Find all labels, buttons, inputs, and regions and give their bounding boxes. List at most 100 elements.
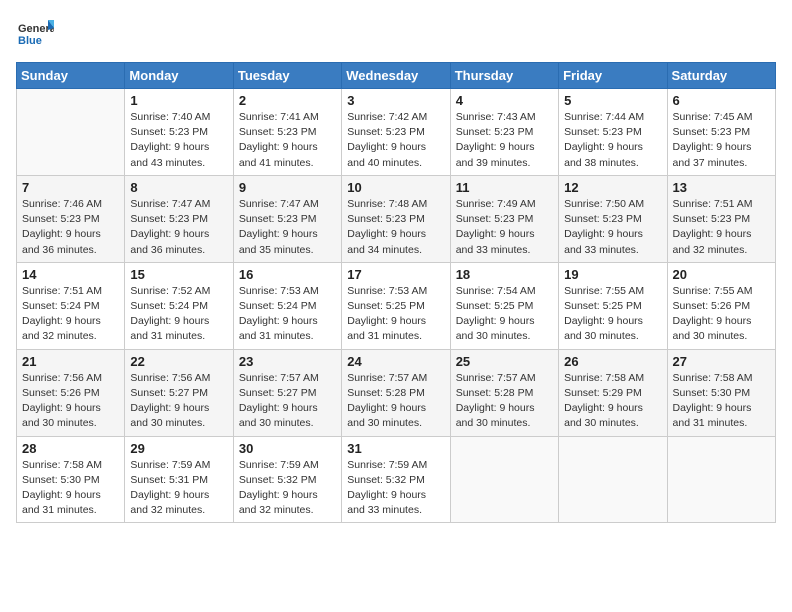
calendar-cell: 3 Sunrise: 7:42 AMSunset: 5:23 PMDaylight… — [342, 89, 450, 176]
calendar-cell: 7 Sunrise: 7:46 AMSunset: 5:23 PMDaylight… — [17, 175, 125, 262]
day-info: Sunrise: 7:56 AMSunset: 5:27 PMDaylight:… — [130, 371, 227, 432]
day-number: 26 — [564, 354, 661, 369]
calendar-cell: 18 Sunrise: 7:54 AMSunset: 5:25 PMDayligh… — [450, 262, 558, 349]
calendar-cell: 31Sunrise: 7:59 AMSunset: 5:32 PMDayligh… — [342, 436, 450, 523]
day-number: 20 — [673, 267, 770, 282]
calendar-cell: 8Sunrise: 7:47 AMSunset: 5:23 PMDaylight… — [125, 175, 233, 262]
day-number: 27 — [673, 354, 770, 369]
day-info: Sunrise: 7:52 AMSunset: 5:24 PMDaylight:… — [130, 284, 227, 345]
calendar-cell: 19Sunrise: 7:55 AMSunset: 5:25 PMDayligh… — [559, 262, 667, 349]
day-info: Sunrise: 7:44 AMSunset: 5:23 PMDaylight:… — [564, 110, 661, 171]
day-info: Sunrise: 7:57 AMSunset: 5:28 PMDaylight:… — [347, 371, 444, 432]
day-info: Sunrise: 7:42 AMSunset: 5:23 PMDaylight:… — [347, 110, 444, 171]
day-info: Sunrise: 7:55 AMSunset: 5:26 PMDaylight:… — [673, 284, 770, 345]
day-info: Sunrise: 7:50 AMSunset: 5:23 PMDaylight:… — [564, 197, 661, 258]
day-number: 29 — [130, 441, 227, 456]
header-sunday: Sunday — [17, 63, 125, 89]
calendar-cell: 27 Sunrise: 7:58 AMSunset: 5:30 PMDayligh… — [667, 349, 775, 436]
day-info: Sunrise: 7:51 AMSunset: 5:23 PMDaylight:… — [673, 197, 770, 258]
header-saturday: Saturday — [667, 63, 775, 89]
day-number: 6 — [673, 93, 770, 108]
calendar-table: SundayMondayTuesdayWednesdayThursdayFrid… — [16, 62, 776, 523]
calendar-cell: 2 Sunrise: 7:41 AMSunset: 5:23 PMDaylight… — [233, 89, 341, 176]
day-number: 17 — [347, 267, 444, 282]
calendar-week-row: 21 Sunrise: 7:56 AMSunset: 5:26 PMDayligh… — [17, 349, 776, 436]
logo-svg: General Blue — [16, 16, 54, 54]
day-number: 4 — [456, 93, 553, 108]
calendar-cell: 9 Sunrise: 7:47 AMSunset: 5:23 PMDaylight… — [233, 175, 341, 262]
header-monday: Monday — [125, 63, 233, 89]
day-info: Sunrise: 7:56 AMSunset: 5:26 PMDaylight:… — [22, 371, 119, 432]
calendar-cell: 30 Sunrise: 7:59 AMSunset: 5:32 PMDayligh… — [233, 436, 341, 523]
day-info: Sunrise: 7:41 AMSunset: 5:23 PMDaylight:… — [239, 110, 336, 171]
calendar-cell: 4 Sunrise: 7:43 AMSunset: 5:23 PMDaylight… — [450, 89, 558, 176]
day-number: 25 — [456, 354, 553, 369]
day-info: Sunrise: 7:48 AMSunset: 5:23 PMDaylight:… — [347, 197, 444, 258]
calendar-cell: 20 Sunrise: 7:55 AMSunset: 5:26 PMDayligh… — [667, 262, 775, 349]
day-number: 10 — [347, 180, 444, 195]
day-number: 24 — [347, 354, 444, 369]
calendar-header-row: SundayMondayTuesdayWednesdayThursdayFrid… — [17, 63, 776, 89]
day-info: Sunrise: 7:40 AMSunset: 5:23 PMDaylight:… — [130, 110, 227, 171]
calendar-cell: 29Sunrise: 7:59 AMSunset: 5:31 PMDayligh… — [125, 436, 233, 523]
day-number: 5 — [564, 93, 661, 108]
day-number: 1 — [130, 93, 227, 108]
day-info: Sunrise: 7:43 AMSunset: 5:23 PMDaylight:… — [456, 110, 553, 171]
calendar-week-row: 1 Sunrise: 7:40 AMSunset: 5:23 PMDaylight… — [17, 89, 776, 176]
calendar-cell: 15 Sunrise: 7:52 AMSunset: 5:24 PMDayligh… — [125, 262, 233, 349]
day-info: Sunrise: 7:53 AMSunset: 5:25 PMDaylight:… — [347, 284, 444, 345]
calendar-cell: 6 Sunrise: 7:45 AMSunset: 5:23 PMDaylight… — [667, 89, 775, 176]
calendar-cell: 14Sunrise: 7:51 AMSunset: 5:24 PMDayligh… — [17, 262, 125, 349]
calendar-cell: 21 Sunrise: 7:56 AMSunset: 5:26 PMDayligh… — [17, 349, 125, 436]
day-info: Sunrise: 7:58 AMSunset: 5:29 PMDaylight:… — [564, 371, 661, 432]
day-info: Sunrise: 7:55 AMSunset: 5:25 PMDaylight:… — [564, 284, 661, 345]
day-info: Sunrise: 7:59 AMSunset: 5:32 PMDaylight:… — [347, 458, 444, 519]
calendar-cell: 1 Sunrise: 7:40 AMSunset: 5:23 PMDaylight… — [125, 89, 233, 176]
calendar-cell: 26 Sunrise: 7:58 AMSunset: 5:29 PMDayligh… — [559, 349, 667, 436]
day-info: Sunrise: 7:58 AMSunset: 5:30 PMDaylight:… — [673, 371, 770, 432]
day-info: Sunrise: 7:54 AMSunset: 5:25 PMDaylight:… — [456, 284, 553, 345]
calendar-cell: 25 Sunrise: 7:57 AMSunset: 5:28 PMDayligh… — [450, 349, 558, 436]
day-info: Sunrise: 7:47 AMSunset: 5:23 PMDaylight:… — [239, 197, 336, 258]
day-number: 7 — [22, 180, 119, 195]
day-info: Sunrise: 7:57 AMSunset: 5:27 PMDaylight:… — [239, 371, 336, 432]
calendar-cell: 12Sunrise: 7:50 AMSunset: 5:23 PMDayligh… — [559, 175, 667, 262]
day-number: 3 — [347, 93, 444, 108]
svg-text:Blue: Blue — [18, 35, 42, 47]
day-info: Sunrise: 7:53 AMSunset: 5:24 PMDaylight:… — [239, 284, 336, 345]
day-info: Sunrise: 7:57 AMSunset: 5:28 PMDaylight:… — [456, 371, 553, 432]
day-number: 21 — [22, 354, 119, 369]
day-number: 22 — [130, 354, 227, 369]
calendar-cell: 23 Sunrise: 7:57 AMSunset: 5:27 PMDayligh… — [233, 349, 341, 436]
day-number: 30 — [239, 441, 336, 456]
day-number: 9 — [239, 180, 336, 195]
calendar-cell — [450, 436, 558, 523]
day-info: Sunrise: 7:45 AMSunset: 5:23 PMDaylight:… — [673, 110, 770, 171]
header-thursday: Thursday — [450, 63, 558, 89]
day-number: 11 — [456, 180, 553, 195]
day-info: Sunrise: 7:46 AMSunset: 5:23 PMDaylight:… — [22, 197, 119, 258]
day-number: 23 — [239, 354, 336, 369]
day-number: 16 — [239, 267, 336, 282]
day-info: Sunrise: 7:47 AMSunset: 5:23 PMDaylight:… — [130, 197, 227, 258]
calendar-cell: 13 Sunrise: 7:51 AMSunset: 5:23 PMDayligh… — [667, 175, 775, 262]
day-info: Sunrise: 7:59 AMSunset: 5:32 PMDaylight:… — [239, 458, 336, 519]
calendar-cell: 22 Sunrise: 7:56 AMSunset: 5:27 PMDayligh… — [125, 349, 233, 436]
day-number: 18 — [456, 267, 553, 282]
calendar-week-row: 28Sunrise: 7:58 AMSunset: 5:30 PMDayligh… — [17, 436, 776, 523]
day-number: 15 — [130, 267, 227, 282]
day-info: Sunrise: 7:58 AMSunset: 5:30 PMDaylight:… — [22, 458, 119, 519]
calendar-week-row: 7 Sunrise: 7:46 AMSunset: 5:23 PMDaylight… — [17, 175, 776, 262]
day-info: Sunrise: 7:49 AMSunset: 5:23 PMDaylight:… — [456, 197, 553, 258]
day-number: 2 — [239, 93, 336, 108]
calendar-cell — [17, 89, 125, 176]
calendar-cell: 16 Sunrise: 7:53 AMSunset: 5:24 PMDayligh… — [233, 262, 341, 349]
calendar-cell: 10 Sunrise: 7:48 AMSunset: 5:23 PMDayligh… — [342, 175, 450, 262]
calendar-cell — [559, 436, 667, 523]
calendar-cell: 17 Sunrise: 7:53 AMSunset: 5:25 PMDayligh… — [342, 262, 450, 349]
calendar-cell: 24 Sunrise: 7:57 AMSunset: 5:28 PMDayligh… — [342, 349, 450, 436]
header-tuesday: Tuesday — [233, 63, 341, 89]
header-wednesday: Wednesday — [342, 63, 450, 89]
day-number: 13 — [673, 180, 770, 195]
page-header: General Blue — [16, 16, 776, 54]
